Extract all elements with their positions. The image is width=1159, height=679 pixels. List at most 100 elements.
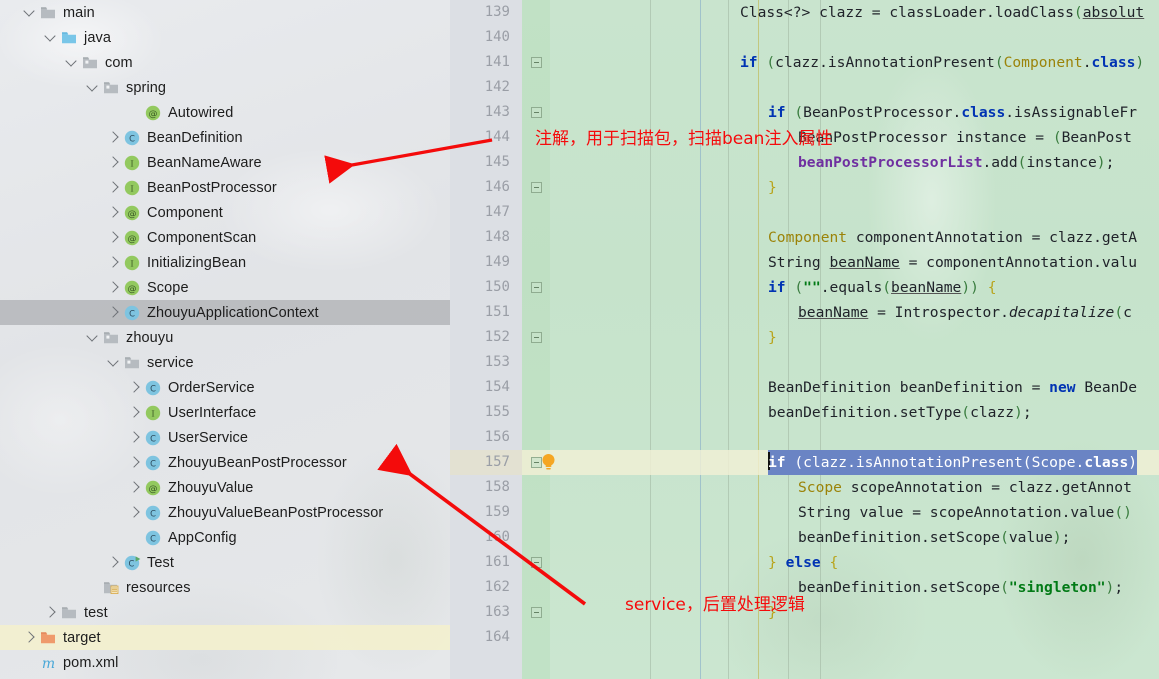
tree-item-spring[interactable]: spring: [0, 75, 450, 100]
tree-item-componentscan[interactable]: @ ComponentScan: [0, 225, 450, 250]
chevron-right-icon[interactable]: [42, 604, 59, 621]
fold-marker-cell[interactable]: [522, 525, 550, 550]
chevron-right-icon[interactable]: [105, 204, 122, 221]
chevron-right-icon[interactable]: [21, 629, 38, 646]
tree-item-com[interactable]: com: [0, 50, 450, 75]
chevron-down-icon[interactable]: [84, 329, 101, 346]
code-line-row[interactable]: 143 if (BeanPostProcessor.class.isAssigna…: [450, 100, 1159, 125]
fold-collapse-icon[interactable]: [530, 457, 542, 468]
code-text[interactable]: beanName = Introspector.decapitalize(c: [798, 300, 1132, 325]
tree-item-java[interactable]: java: [0, 25, 450, 50]
code-text[interactable]: beanDefinition.setScope(value);: [798, 525, 1070, 550]
fold-collapse-icon[interactable]: [530, 332, 542, 343]
code-line-row[interactable]: 149 String beanName = componentAnnotation…: [450, 250, 1159, 275]
code-line-row[interactable]: 158 Scope scopeAnnotation = clazz.getAnno…: [450, 475, 1159, 500]
line-number[interactable]: 158: [450, 475, 522, 500]
code-line-row[interactable]: 159 String value = scopeAnnotation.value(…: [450, 500, 1159, 525]
intention-bulb-icon[interactable]: [541, 453, 555, 470]
tree-item-service[interactable]: service: [0, 350, 450, 375]
line-number[interactable]: 164: [450, 625, 522, 650]
fold-collapse-icon[interactable]: [530, 557, 542, 568]
code-text[interactable]: beanPostProcessorList.add(instance);: [798, 150, 1114, 175]
tree-item-target[interactable]: target: [0, 625, 450, 650]
fold-marker-cell[interactable]: [522, 550, 550, 575]
fold-marker-cell[interactable]: [522, 75, 550, 100]
chevron-right-icon[interactable]: [105, 229, 122, 246]
code-text[interactable]: }: [768, 175, 777, 200]
line-number[interactable]: 162: [450, 575, 522, 600]
chevron-down-icon[interactable]: [42, 29, 59, 46]
code-text[interactable]: String beanName = componentAnnotation.va…: [768, 250, 1137, 275]
code-line-row[interactable]: 141 if (clazz.isAnnotationPresent(Compone…: [450, 50, 1159, 75]
fold-marker-cell[interactable]: [522, 475, 550, 500]
line-number[interactable]: 154: [450, 375, 522, 400]
chevron-right-icon[interactable]: [105, 179, 122, 196]
line-number[interactable]: 141: [450, 50, 522, 75]
tree-item-userinterface[interactable]: I UserInterface: [0, 400, 450, 425]
tree-item-appconfig[interactable]: C AppConfig: [0, 525, 450, 550]
code-line-row[interactable]: 142: [450, 75, 1159, 100]
fold-marker-cell[interactable]: [522, 150, 550, 175]
code-text[interactable]: beanDefinition.setScope("singleton");: [798, 575, 1123, 600]
fold-collapse-icon[interactable]: [530, 282, 542, 293]
code-line-row[interactable]: 157 if (clazz.isAnnotationPresent(Scope.c…: [450, 450, 1159, 475]
code-text[interactable]: Component componentAnnotation = clazz.ge…: [768, 225, 1137, 250]
line-number[interactable]: 144: [450, 125, 522, 150]
tree-item-resources[interactable]: resources: [0, 575, 450, 600]
chevron-down-icon[interactable]: [84, 79, 101, 96]
line-number[interactable]: 147: [450, 200, 522, 225]
chevron-right-icon[interactable]: [126, 429, 143, 446]
tree-item-pom-xml[interactable]: m pom.xml: [0, 650, 450, 675]
line-number[interactable]: 148: [450, 225, 522, 250]
line-number[interactable]: 140: [450, 25, 522, 50]
tree-item-test[interactable]: C Test: [0, 550, 450, 575]
code-line-row[interactable]: 153: [450, 350, 1159, 375]
code-editor[interactable]: 139 Class<?> clazz = classLoader.loadClas…: [450, 0, 1159, 679]
code-line-row[interactable]: 139 Class<?> clazz = classLoader.loadClas…: [450, 0, 1159, 25]
tree-item-scope[interactable]: @ Scope: [0, 275, 450, 300]
chevron-down-icon[interactable]: [63, 54, 80, 71]
code-text[interactable]: BeanDefinition beanDefinition = new Bean…: [768, 375, 1137, 400]
tree-item-zhouyuapplicationcontext[interactable]: C ZhouyuApplicationContext: [0, 300, 450, 325]
code-line-row[interactable]: 151 beanName = Introspector.decapitalize(…: [450, 300, 1159, 325]
line-number[interactable]: 139: [450, 0, 522, 25]
code-line-row[interactable]: 148 Component componentAnnotation = clazz…: [450, 225, 1159, 250]
chevron-right-icon[interactable]: [126, 454, 143, 471]
code-text[interactable]: }: [768, 600, 777, 625]
chevron-right-icon[interactable]: [105, 254, 122, 271]
tree-item-test[interactable]: test: [0, 600, 450, 625]
line-number[interactable]: 149: [450, 250, 522, 275]
line-number[interactable]: 152: [450, 325, 522, 350]
line-number[interactable]: 157: [450, 450, 522, 475]
tree-item-userservice[interactable]: C UserService: [0, 425, 450, 450]
fold-marker-cell[interactable]: [522, 175, 550, 200]
code-line-row[interactable]: 163}: [450, 600, 1159, 625]
line-number[interactable]: 160: [450, 525, 522, 550]
fold-marker-cell[interactable]: [522, 575, 550, 600]
code-text[interactable]: BeanPostProcessor instance = (BeanPost: [798, 125, 1132, 150]
fold-marker-cell[interactable]: [522, 200, 550, 225]
fold-collapse-icon[interactable]: [530, 182, 542, 193]
code-line-row[interactable]: 161} else {: [450, 550, 1159, 575]
fold-marker-cell[interactable]: [522, 325, 550, 350]
code-line-row[interactable]: 140: [450, 25, 1159, 50]
chevron-right-icon[interactable]: [126, 404, 143, 421]
code-line-row[interactable]: 152}: [450, 325, 1159, 350]
code-text[interactable]: Scope scopeAnnotation = clazz.getAnnot: [798, 475, 1132, 500]
line-number[interactable]: 155: [450, 400, 522, 425]
code-line-row[interactable]: 155 beanDefinition.setType(clazz);: [450, 400, 1159, 425]
code-line-row[interactable]: 164: [450, 625, 1159, 650]
line-number[interactable]: 161: [450, 550, 522, 575]
fold-marker-cell[interactable]: [522, 375, 550, 400]
tree-item-zhouyuvaluebeanpostprocessor[interactable]: C ZhouyuValueBeanPostProcessor: [0, 500, 450, 525]
fold-marker-cell[interactable]: [522, 250, 550, 275]
fold-collapse-icon[interactable]: [530, 107, 542, 118]
code-line-row[interactable]: 154 BeanDefinition beanDefinition = new B…: [450, 375, 1159, 400]
line-number[interactable]: 143: [450, 100, 522, 125]
tree-item-orderservice[interactable]: C OrderService: [0, 375, 450, 400]
code-text[interactable]: if (clazz.isAnnotationPresent(Component.…: [740, 50, 1144, 75]
fold-marker-cell[interactable]: [522, 425, 550, 450]
fold-marker-cell[interactable]: [522, 625, 550, 650]
fold-collapse-icon[interactable]: [530, 607, 542, 618]
line-number[interactable]: 156: [450, 425, 522, 450]
